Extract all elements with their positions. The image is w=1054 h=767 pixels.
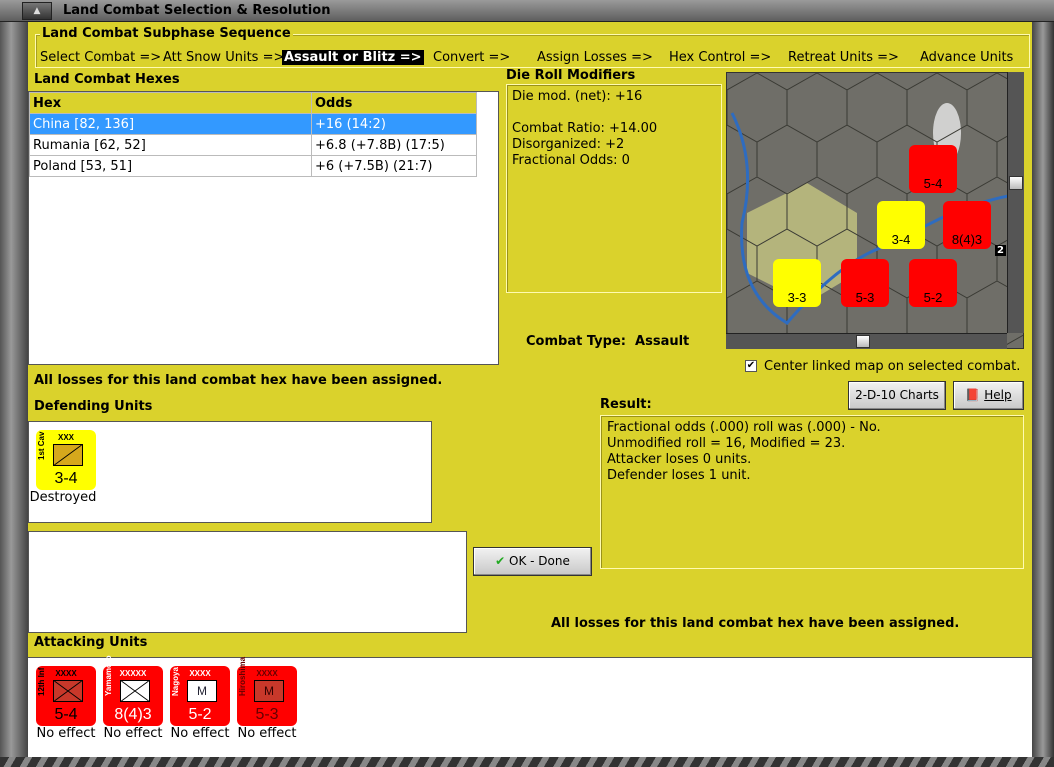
losses-message-top: All losses for this land combat hex have… (34, 373, 443, 388)
modifier-line (512, 105, 716, 121)
unit-strength: 3-4 (54, 470, 78, 487)
result-line: Attacker loses 0 units. (607, 452, 752, 467)
attacker-status: No effect (36, 726, 96, 741)
attacker-counter-yamamoto[interactable]: XXXXX Yamamoto 8(4)3 (103, 656, 163, 726)
map-counter-nagoya[interactable]: 5-2 (909, 259, 957, 307)
losses-message-bottom: All losses for this land combat hex have… (551, 616, 960, 631)
title-bar: ▲ Land Combat Selection & Resolution (0, 0, 1054, 22)
map-vertical-scrollbar[interactable] (1007, 72, 1024, 333)
infantry-symbol-icon (53, 680, 83, 702)
window-frame-left (0, 22, 28, 767)
stack-badge: 2 (995, 245, 1006, 256)
col-odds[interactable]: Odds (311, 92, 477, 114)
attacker-status: No effect (170, 726, 230, 741)
step-hex-control: Hex Control => (669, 50, 772, 65)
hex-cell: Poland [53, 51] (29, 155, 312, 177)
attacker-status: No effect (103, 726, 163, 741)
defender-counter-1st-cav[interactable]: XXX 1st Cav 3-4 (36, 430, 96, 490)
table-row[interactable]: Poland [53, 51] +6 (+7.5B) (21:7) (29, 155, 477, 177)
result-box: Fractional odds (.000) roll was (.000) -… (600, 415, 1024, 569)
step-advance: Advance Units (920, 50, 1014, 65)
window-frame-right (1032, 22, 1054, 767)
ok-label: OK - Done (509, 554, 570, 568)
cavalry-symbol-icon (53, 444, 83, 466)
hex-cell: Rumania [62, 52] (29, 134, 312, 156)
modifier-line: Fractional Odds: 0 (512, 153, 630, 168)
combat-type-value: Assault (635, 334, 690, 349)
hexes-table-box: Hex Odds China [82, 136] +16 (14:2) Rumani… (28, 91, 499, 365)
checkmark-icon: ✔ (495, 554, 506, 568)
center-map-checkbox[interactable]: ✔ (745, 360, 757, 372)
table-row[interactable]: China [82, 136] +16 (14:2) (29, 113, 477, 135)
modifiers-box: Die mod. (net): +16 Combat Ratio: +14.00… (506, 84, 722, 293)
attacker-status: No effect (237, 726, 297, 741)
unit-name: 1st Cav (37, 431, 46, 460)
unit-strength: 5-4 (54, 706, 78, 723)
unit-strength: 8(4)3 (114, 706, 152, 723)
defending-title: Defending Units (34, 399, 153, 414)
mech-infantry-symbol-icon: M (187, 680, 217, 702)
unit-name: Nagoya (171, 667, 180, 696)
minimize-button[interactable]: ▲ (22, 2, 52, 20)
attacking-title: Attacking Units (34, 635, 148, 650)
book-icon: 📕 (965, 388, 981, 402)
map-counter-12th-inf[interactable]: 5-4 (909, 145, 957, 193)
modifier-line: Die mod. (net): +16 (512, 89, 643, 104)
unit-strength: 5-2 (188, 706, 212, 723)
modifier-line: Disorganized: +2 (512, 137, 625, 152)
hex-cell: China [82, 136] (29, 113, 312, 135)
odds-cell: +16 (14:2) (311, 113, 477, 135)
map-counter-1st-cav[interactable]: 3-4 (877, 201, 925, 249)
step-assault-blitz: Assault or Blitz => (282, 50, 424, 65)
linked-map[interactable]: 5-4 3-4 8(4)3 5-3 5-2 3-3 2 (726, 72, 1024, 349)
unit-name: 12th Inf (37, 667, 46, 696)
attacker-counter-12th-inf[interactable]: XXXX 12th Inf 5-4 (36, 666, 96, 726)
scroll-thumb[interactable] (856, 335, 870, 348)
map-counter-hiroshima[interactable]: 5-3 (841, 259, 889, 307)
help-button[interactable]: 📕 Help (953, 381, 1024, 410)
subphase-title: Land Combat Subphase Sequence (40, 26, 293, 41)
step-retreat: Retreat Units => (788, 50, 899, 65)
modifiers-title: Die Roll Modifiers (506, 68, 636, 83)
combat-type-label: Combat Type: (526, 334, 626, 349)
attacker-counter-hiroshima[interactable]: XXXX Hiroshima M 5-3 (237, 657, 297, 726)
attacker-counter-nagoya[interactable]: XXXX Nagoya M 5-2 (170, 666, 230, 726)
mech-infantry-symbol-icon: M (254, 680, 284, 702)
col-hex[interactable]: Hex (29, 92, 312, 114)
map-counter-inf[interactable]: 3-3 (773, 259, 821, 307)
window-title: Land Combat Selection & Resolution (63, 3, 331, 18)
step-att-snow: Att Snow Units => (163, 50, 285, 65)
hexes-table: Hex Odds China [82, 136] +16 (14:2) Rumani… (29, 92, 477, 177)
modifier-line: Combat Ratio: +14.00 (512, 121, 658, 136)
unit-name: Yamamoto (104, 655, 113, 696)
scroll-thumb[interactable] (1009, 176, 1023, 190)
notes-box (28, 531, 467, 633)
result-line: Fractional odds (.000) roll was (.000) -… (607, 420, 881, 435)
step-convert: Convert => (433, 50, 511, 65)
step-assign-losses: Assign Losses => (537, 50, 653, 65)
step-select-combat: Select Combat => (40, 50, 162, 65)
odds-cell: +6.8 (+7.8B) (17:5) (311, 134, 477, 156)
table-row[interactable]: Rumania [62, 52] +6.8 (+7.8B) (17:5) (29, 134, 477, 156)
hexes-title: Land Combat Hexes (34, 72, 180, 87)
result-line: Unmodified roll = 16, Modified = 23. (607, 436, 846, 451)
combat-type: Combat Type: Assault (526, 334, 689, 349)
unit-strength: 5-3 (255, 706, 279, 723)
ok-done-button[interactable]: ✔ OK - Done (473, 547, 592, 576)
result-line: Defender loses 1 unit. (607, 468, 751, 483)
defender-status: Destroyed (29, 490, 97, 505)
window-frame-bottom (0, 757, 1054, 767)
center-map-label: Center linked map on selected combat. (764, 359, 1021, 374)
map-counter-yamamoto[interactable]: 8(4)3 (943, 201, 991, 249)
map-horizontal-scrollbar[interactable] (726, 333, 1007, 349)
odds-cell: +6 (+7.5B) (21:7) (311, 155, 477, 177)
infantry-symbol-icon (120, 680, 150, 702)
help-label: Help (984, 388, 1012, 402)
charts-button[interactable]: 2-D-10 Charts (848, 381, 946, 410)
result-title: Result: (600, 397, 652, 412)
unit-name: Hiroshima (238, 656, 247, 696)
